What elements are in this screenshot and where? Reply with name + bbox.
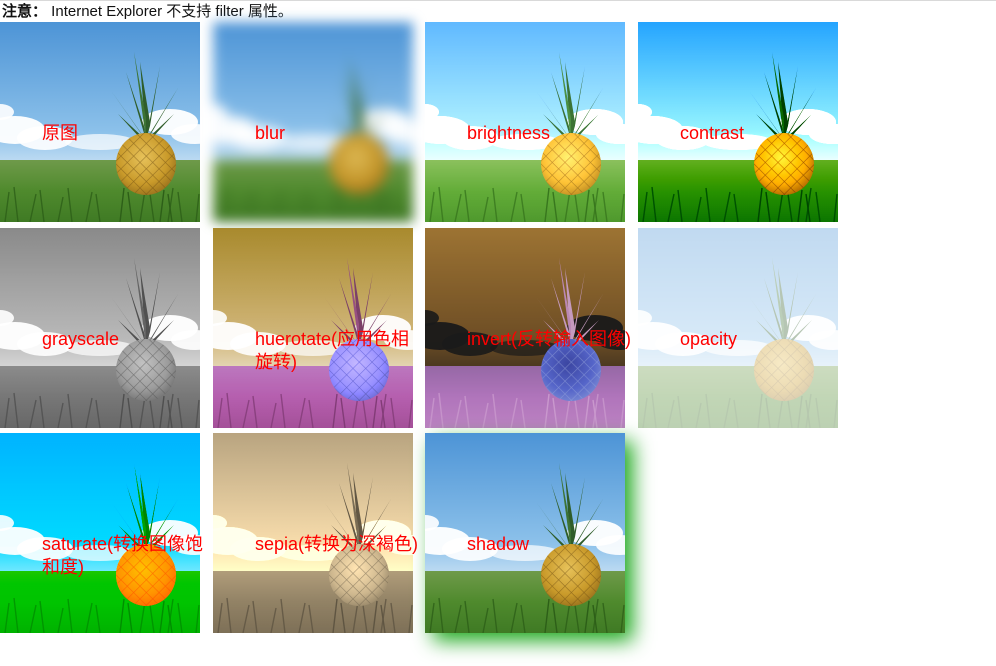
filter-tile-invert: invert(反转输入图像) (425, 228, 631, 428)
tile-label: sepia(转换为深褐色) (255, 534, 419, 554)
tile-label: contrast (680, 123, 745, 143)
filter-tile-sepia: sepia(转换为深褐色) (213, 433, 418, 633)
top-border (0, 0, 996, 1)
filter-tile-contrast: contrast (638, 22, 838, 222)
filter-tile-shadow: shadow (425, 433, 625, 633)
tile-label: blur (255, 123, 286, 143)
tile-label: saturate(转换图像饱和度) (42, 534, 204, 577)
ie-warning-note: 注意： Internet Explorer 不支持 filter 属性。 (2, 3, 293, 21)
note-text: Internet Explorer 不支持 filter 属性。 (47, 3, 293, 20)
filter-tile-blur: blur (213, 22, 413, 222)
tile-label: huerotate(应用色相旋转) (255, 329, 410, 372)
note-prefix: 注意： (2, 3, 48, 20)
filter-tile-grayscale: grayscale (0, 228, 200, 428)
filter-tile-huerotate: huerotate(应用色相旋转) (213, 228, 413, 428)
tile-label: shadow (467, 534, 530, 554)
filter-tile-original: 原图 (0, 22, 200, 222)
tile-label: brightness (467, 123, 551, 143)
tile-label: opacity (680, 329, 738, 349)
tile-label: 原图 (42, 123, 78, 143)
filter-tile-brightness: brightness (425, 22, 625, 222)
filter-tile-opacity: opacity (638, 228, 838, 428)
filter-tile-saturate: saturate(转换图像饱和度) (0, 433, 203, 633)
tile-label: grayscale (42, 329, 120, 349)
tile-label: invert(反转输入图像) (467, 329, 632, 349)
